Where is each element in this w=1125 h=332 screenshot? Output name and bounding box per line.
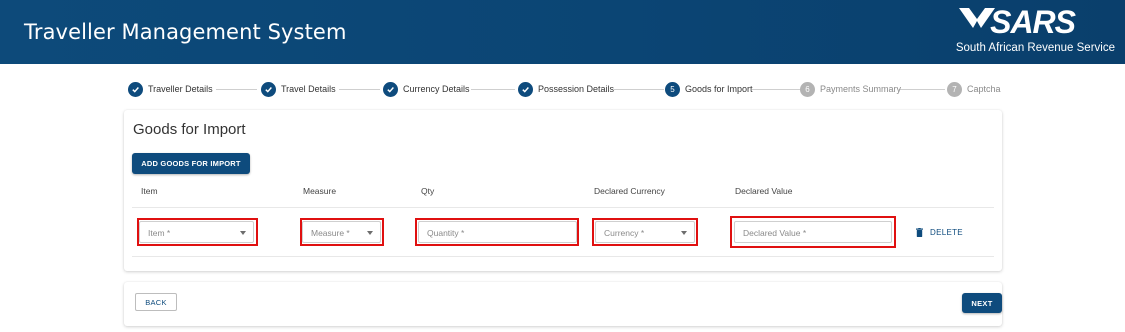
next-button[interactable]: NEXT — [962, 293, 1002, 313]
column-header-measure: Measure — [303, 186, 337, 196]
step-goods-for-import[interactable]: 5 Goods for Import — [665, 80, 753, 98]
logo-wordmark: SARS — [990, 4, 1076, 40]
step-connector — [752, 89, 800, 90]
column-header-qty: Qty — [421, 186, 435, 196]
step-label: Captcha — [967, 84, 1001, 94]
check-circle-icon — [383, 81, 398, 97]
section-title: Goods for Import — [133, 121, 246, 138]
column-header-declared-value: Declared Value — [735, 186, 793, 196]
goods-for-import-card: Goods for Import ADD GOODS FOR IMPORT It… — [124, 110, 1002, 271]
navigation-card: BACK NEXT — [124, 282, 1002, 326]
highlight-box — [730, 216, 896, 248]
column-header-item: Item — [141, 186, 158, 196]
step-label: Possession Details — [538, 84, 615, 94]
highlight-box — [592, 218, 698, 246]
step-label: Travel Details — [281, 84, 336, 94]
step-connector — [471, 89, 515, 90]
step-label: Payments Summary — [820, 84, 902, 94]
check-circle-icon — [518, 81, 533, 97]
progress-stepper: Traveller Details Travel Details Currenc… — [128, 80, 1028, 98]
step-traveller-details[interactable]: Traveller Details — [128, 80, 213, 98]
row-divider — [132, 256, 994, 257]
step-travel-details[interactable]: Travel Details — [261, 80, 336, 98]
step-number-badge: 7 — [947, 81, 962, 97]
step-label: Traveller Details — [148, 84, 213, 94]
column-header-declared-currency: Declared Currency — [594, 186, 665, 196]
app-header: Traveller Management System SARS South A… — [0, 0, 1125, 64]
app-title: Traveller Management System — [24, 20, 347, 44]
step-number-badge: 5 — [665, 81, 680, 97]
step-connector — [899, 89, 945, 90]
trash-icon — [916, 228, 923, 237]
highlight-box — [300, 218, 384, 246]
check-circle-icon — [128, 81, 143, 97]
check-circle-icon — [261, 81, 276, 97]
step-currency-details[interactable]: Currency Details — [383, 80, 470, 98]
step-connector — [216, 89, 257, 90]
step-payments-summary[interactable]: 6 Payments Summary — [800, 80, 901, 98]
highlight-box — [415, 218, 579, 246]
delete-button[interactable]: DELETE — [916, 228, 963, 237]
step-captcha[interactable]: 7 Captcha — [947, 80, 1001, 98]
row-divider — [132, 207, 994, 208]
add-goods-button[interactable]: ADD GOODS FOR IMPORT — [132, 153, 250, 174]
sars-logo: SARS South African Revenue Service — [895, 4, 1115, 60]
back-button[interactable]: BACK — [135, 293, 177, 311]
logo-subtitle: South African Revenue Service — [955, 42, 1115, 54]
highlight-box — [137, 218, 258, 246]
step-label: Goods for Import — [685, 84, 753, 94]
delete-label: DELETE — [930, 228, 963, 237]
step-number-badge: 6 — [800, 81, 815, 97]
step-label: Currency Details — [403, 84, 470, 94]
step-possession-details[interactable]: Possession Details — [518, 80, 614, 98]
step-connector — [614, 89, 664, 90]
step-connector — [339, 89, 380, 90]
